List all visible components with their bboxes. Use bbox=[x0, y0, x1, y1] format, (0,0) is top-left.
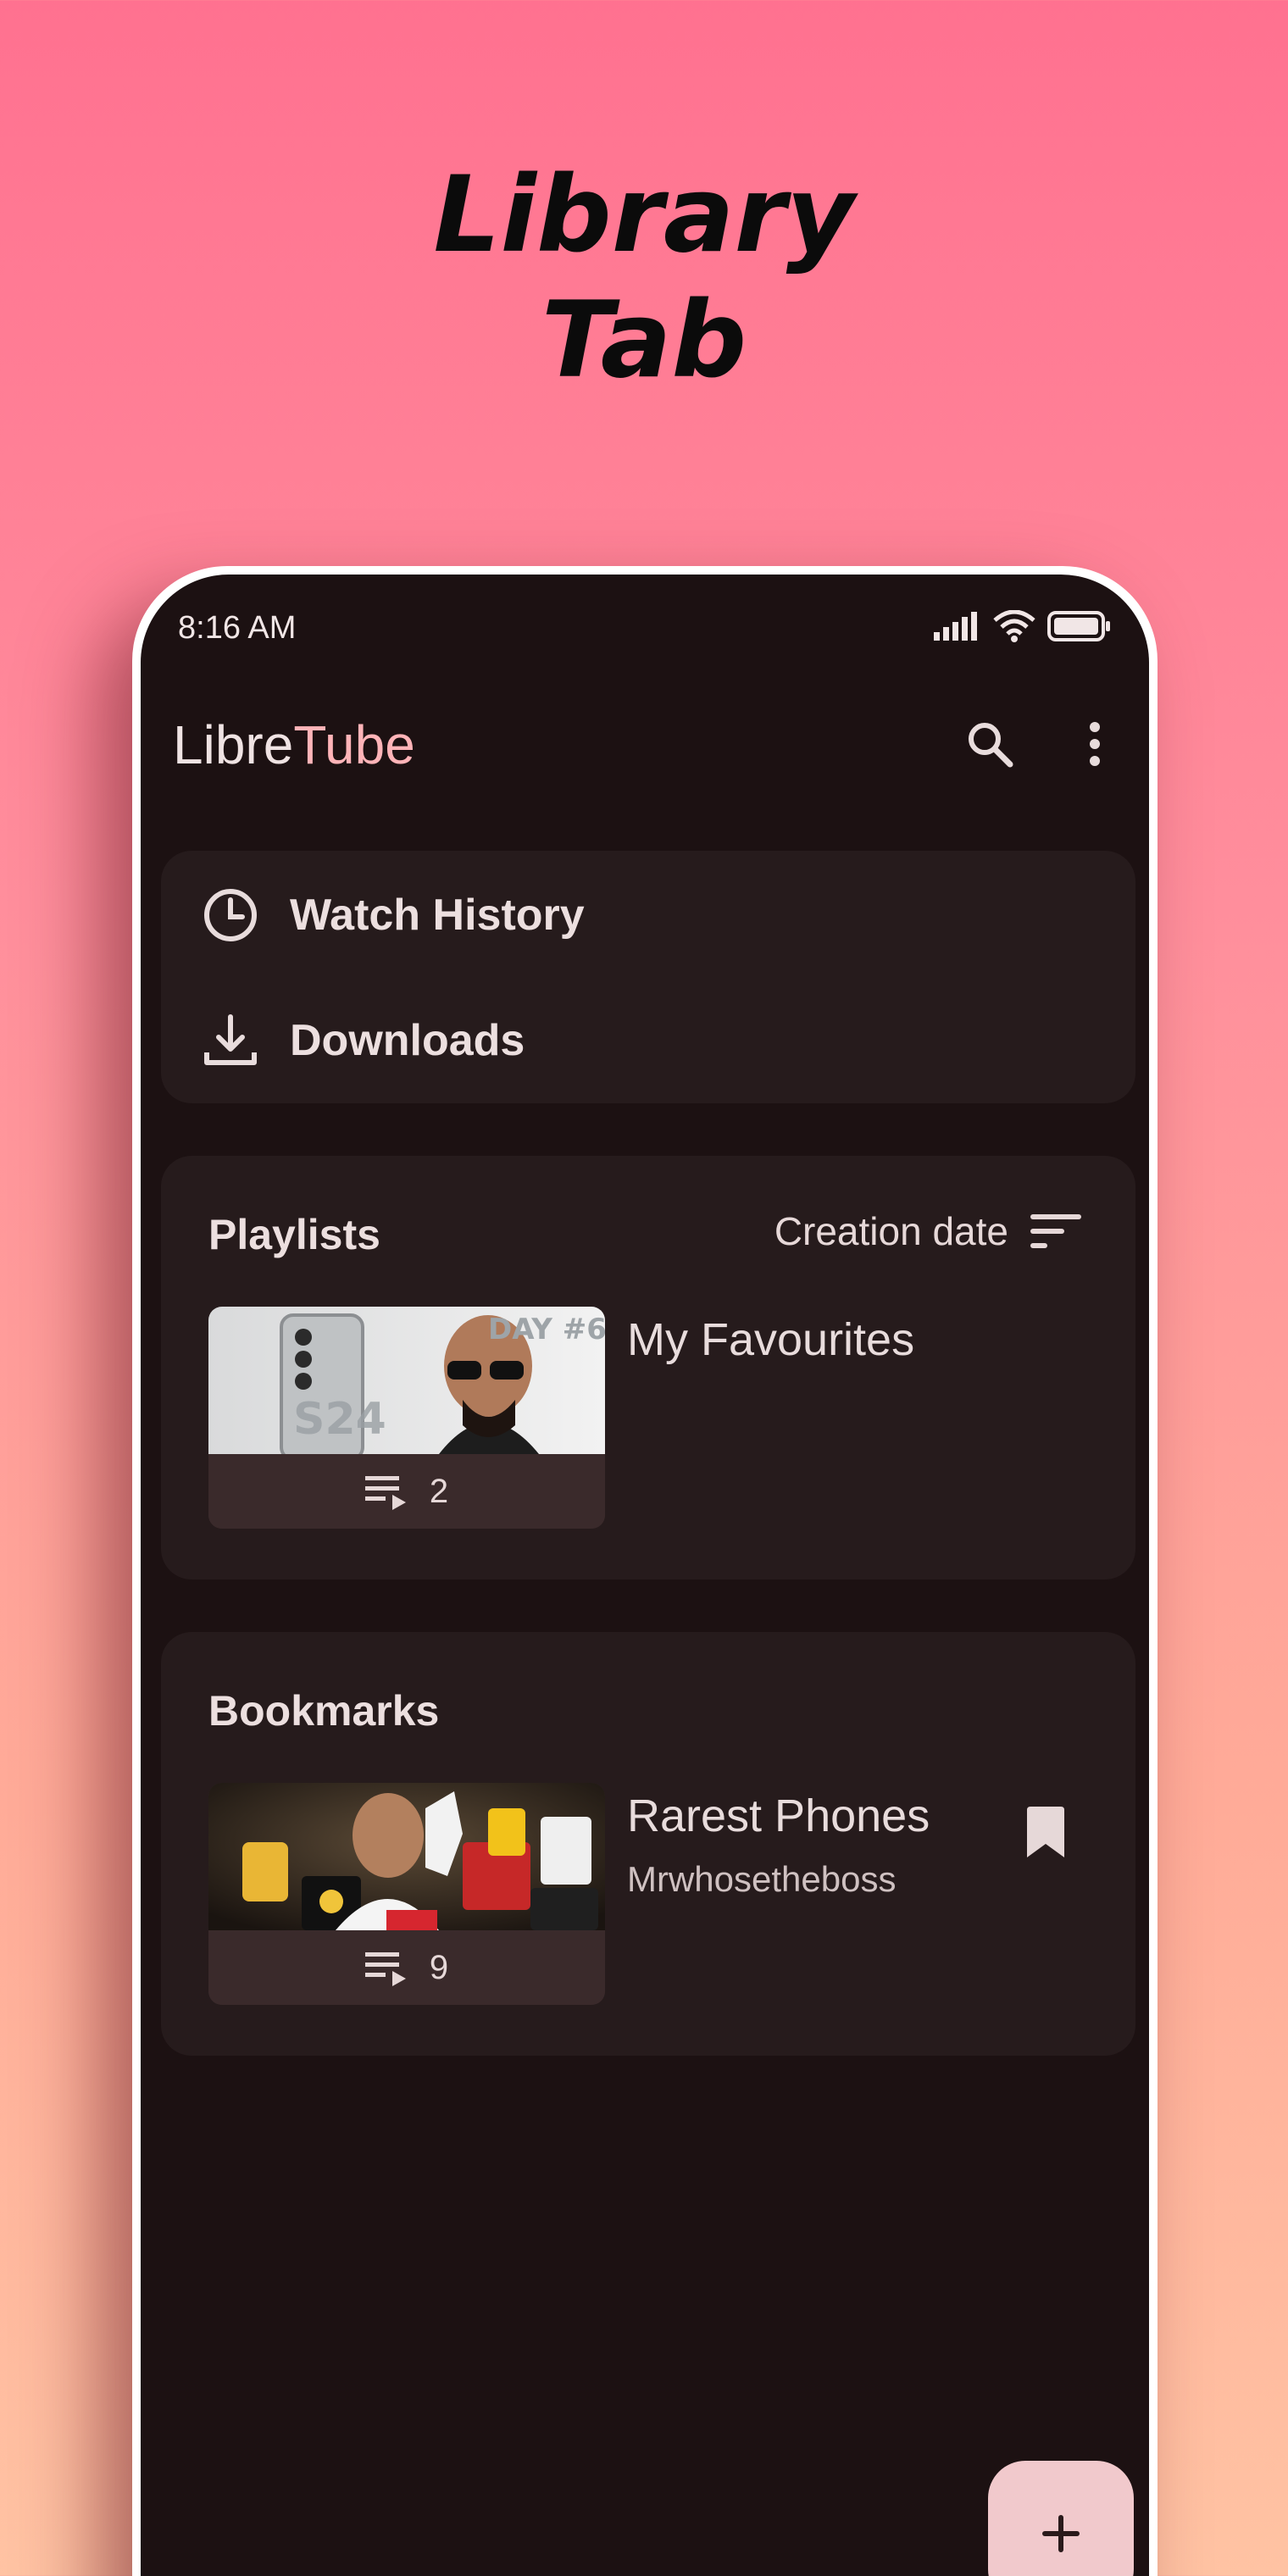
promo-line-1: Library bbox=[433, 154, 855, 276]
search-button[interactable] bbox=[956, 710, 1024, 778]
playlist-play-icon bbox=[364, 1476, 406, 1510]
bookmarks-title: Bookmarks bbox=[208, 1687, 440, 1735]
quick-links-card: Watch History Downloads bbox=[161, 851, 1135, 1103]
clock-icon bbox=[204, 889, 257, 941]
app-title-libre: Libre bbox=[173, 714, 294, 775]
wifi-icon bbox=[993, 610, 1035, 642]
bookmark-video-count: 9 bbox=[429, 1948, 449, 1986]
playlist-count-bar: 2 bbox=[208, 1454, 605, 1529]
playlist-play-icon bbox=[364, 1952, 406, 1986]
battery-icon bbox=[1047, 611, 1110, 641]
sort-icon bbox=[1030, 1214, 1081, 1248]
bookmark-channel: Mrwhosetheboss bbox=[627, 1859, 897, 1899]
watch-history-label: Watch History bbox=[290, 891, 585, 940]
bookmark-icon bbox=[1027, 1807, 1064, 1857]
search-icon bbox=[969, 723, 1013, 768]
thumbnail-overlay-text: DAY #61 bbox=[488, 1313, 605, 1346]
playlists-title: Playlists bbox=[208, 1211, 380, 1258]
more-vert-icon bbox=[1090, 722, 1100, 766]
status-bar: 8:16 AM bbox=[141, 575, 1149, 646]
playlists-card: Playlists Creation date S24 DAY #6 2 My … bbox=[161, 1156, 1135, 1579]
bookmark-button[interactable] bbox=[1012, 1798, 1080, 1866]
download-icon bbox=[204, 1014, 257, 1065]
sort-button[interactable]: Creation date bbox=[774, 1208, 1081, 1254]
watch-history-item[interactable]: Watch History bbox=[202, 886, 585, 944]
status-icons bbox=[934, 610, 1112, 642]
sort-label: Creation date bbox=[774, 1209, 1008, 1253]
plus-icon bbox=[1042, 2515, 1080, 2552]
playlist-title[interactable]: My Favourites bbox=[627, 1313, 914, 1366]
bookmark-thumbnail-image bbox=[208, 1783, 605, 1930]
app-title: LibreTube bbox=[173, 713, 415, 776]
downloads-label: Downloads bbox=[290, 1016, 525, 1065]
bookmark-count-bar: 9 bbox=[208, 1930, 605, 2005]
app-bar: LibreTube bbox=[141, 702, 1149, 786]
svg-text:S24: S24 bbox=[293, 1394, 386, 1445]
app-screen: 8:16 AM LibreTube Watch History Download… bbox=[141, 575, 1149, 2576]
more-options-button[interactable] bbox=[1061, 710, 1129, 778]
playlist-thumbnail[interactable]: S24 DAY #61 2 bbox=[208, 1307, 605, 1529]
playlist-thumbnail-image: S24 DAY #61 bbox=[208, 1307, 605, 1454]
bookmarks-card: Bookmarks 9 Rarest Phones Mrwhosetheboss bbox=[161, 1632, 1135, 2056]
promo-line-2: Tab bbox=[541, 280, 747, 402]
create-playlist-fab[interactable] bbox=[988, 2461, 1134, 2576]
promo-headline: Library Tab bbox=[0, 153, 1288, 403]
app-title-tube: Tube bbox=[293, 714, 415, 775]
status-time: 8:16 AM bbox=[178, 610, 297, 646]
bookmark-thumbnail[interactable]: 9 bbox=[208, 1783, 605, 2005]
playlist-video-count: 2 bbox=[429, 1472, 449, 1510]
signal-icon bbox=[934, 612, 977, 641]
phone-frame: 8:16 AM LibreTube Watch History Download… bbox=[132, 566, 1158, 2576]
downloads-item[interactable]: Downloads bbox=[202, 1012, 525, 1069]
bookmark-title[interactable]: Rarest Phones bbox=[627, 1790, 930, 1842]
